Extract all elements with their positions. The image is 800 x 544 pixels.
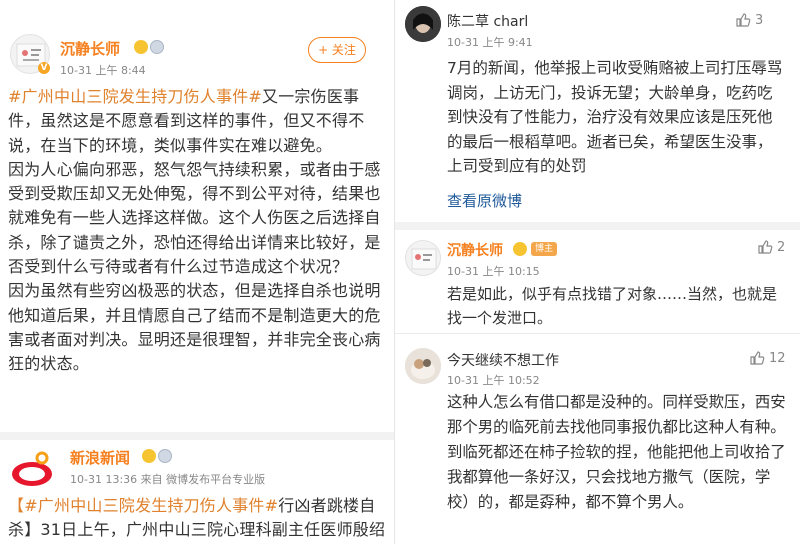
comment-author[interactable]: 陈二草 charl <box>447 11 528 31</box>
follow-button[interactable]: + 关注 <box>308 37 366 63</box>
comment-text: 若是如此，似乎有点找错了对象……当然，也就是找一个发泄口。 <box>447 285 778 327</box>
comment-time: 10-31 上午 9:41 <box>447 36 533 49</box>
comment-time: 10-31 上午 10:15 <box>447 265 540 278</box>
paragraph-text: 31日上午，广州中山三院心理科副主任医师殷绍在门诊接诊期间，被一名安然闯入诊室的… <box>40 520 386 540</box>
post-time: 10-31 13:36 来自 微博发布平台专业版 <box>70 473 266 486</box>
post-body: #广州中山三院发生持刀伤人事件#又一宗伤医事件，虽然这是不愿意看到这样的事件，但… <box>8 85 384 377</box>
vip-crown-icon <box>142 449 156 463</box>
comment-text: 7月的新闻，他举报上司收受贿赂被上司打压辱骂调岗，上访无门，投诉无望；大龄单身，… <box>447 59 783 176</box>
post-paragraph: 【#广州中山三院发生持刀伤人事件#行凶者跳楼自杀】31日上午，广州中山三院心理科… <box>8 494 386 544</box>
medal-icon <box>158 449 172 463</box>
section-divider <box>395 222 800 230</box>
avatar[interactable] <box>405 6 441 42</box>
like-count: 2 <box>777 239 786 255</box>
thumbs-up-icon <box>758 240 773 254</box>
vip-crown-icon <box>134 40 148 54</box>
hashtag-link[interactable]: #广州中山三院发生持刀伤人事件# <box>8 87 262 106</box>
thumbs-up-icon <box>736 13 751 27</box>
sina-logo-icon <box>12 451 52 486</box>
comment-author[interactable]: 沉静长师 <box>447 240 503 260</box>
comment-text: 这种人怎么有借口都是没种的。同样受欺压，西安那个男的临死前去找他同事报仇都比这种… <box>447 393 786 511</box>
comment-time: 10-31 上午 10:52 <box>447 374 540 387</box>
like-button[interactable]: 3 <box>735 12 763 28</box>
medal-icon <box>150 40 164 54</box>
post-paragraph: 因为虽然有些穷凶极恶的状态，但是选择自杀也说明他知道后果，并且情愿自己了结而不是… <box>8 281 381 374</box>
post-time: 10-31 上午 8:44 <box>60 64 146 77</box>
hashtag-link[interactable]: 【#广州中山三院发生持刀伤人事件# <box>8 496 278 515</box>
avatar-image <box>405 348 441 384</box>
avatar[interactable] <box>405 240 441 276</box>
view-original-link[interactable]: 查看原微博 <box>447 190 522 211</box>
verified-icon: V <box>38 62 50 74</box>
avatar-image <box>405 6 441 42</box>
avatar-image <box>411 248 437 270</box>
post-author[interactable]: 沉静长师 <box>60 38 120 59</box>
section-divider <box>0 432 394 440</box>
like-count: 12 <box>769 350 786 366</box>
comment-author[interactable]: 今天继续不想工作 <box>447 350 559 370</box>
post-author[interactable]: 新浪新闻 <box>70 447 130 468</box>
like-button[interactable]: 12 <box>749 350 786 366</box>
left-post-panel: V 沉静长师 10-31 上午 8:44 + 关注 #广州中山三院发生持刀伤人事… <box>0 0 394 544</box>
like-count: 3 <box>755 12 764 28</box>
thumbs-up-icon <box>750 351 765 365</box>
comments-panel: 陈二草 charl 10-31 上午 9:41 3 7月的新闻，他举报上司收受贿… <box>394 0 800 544</box>
blogger-badge: 博主 <box>531 242 558 256</box>
like-button[interactable]: 2 <box>757 239 785 255</box>
post-body: 【#广州中山三院发生持刀伤人事件#行凶者跳楼自杀】31日上午，广州中山三院心理科… <box>8 494 386 544</box>
avatar[interactable] <box>405 348 441 384</box>
sina-logo[interactable] <box>10 448 54 492</box>
post-paragraph: 因为人心偏向邪恶，怒气怨气持续积累，或者由于感受到受欺压却又无处伸冤，得不到公平… <box>8 159 381 277</box>
vip-crown-icon <box>513 242 527 256</box>
post-paragraph: #广州中山三院发生持刀伤人事件#又一宗伤医事件，虽然这是不愿意看到这样的事件，但… <box>8 85 384 158</box>
divider <box>395 333 800 334</box>
